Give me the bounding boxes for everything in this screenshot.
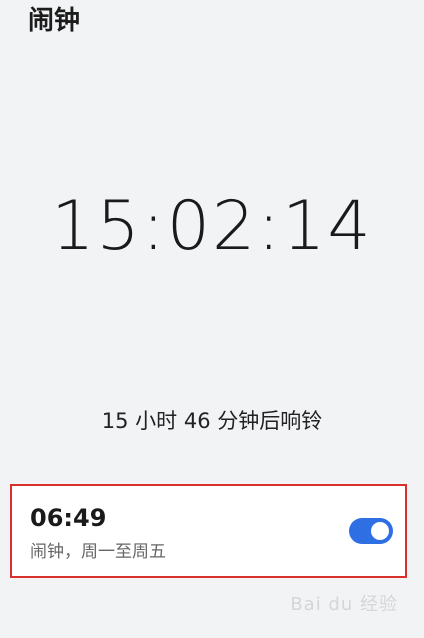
toggle-knob	[371, 522, 389, 540]
current-time-display: 15:02:14	[51, 187, 373, 266]
alarm-toggle-switch[interactable]	[349, 518, 393, 544]
page-title: 闹钟	[28, 6, 81, 36]
alarm-description: 闹钟，周一至周五	[30, 542, 166, 562]
alarm-item[interactable]: 06:49 闹钟，周一至周五	[10, 484, 407, 578]
baidu-watermark: Bai du 经验	[290, 594, 398, 615]
alarm-time: 06:49	[30, 504, 107, 532]
next-alarm-countdown: 15 小时 46 分钟后响铃	[101, 409, 323, 433]
alarm-page: 闹钟 15:02:14 15 小时 46 分钟后响铃 06:49 闹钟，周一至周…	[0, 0, 424, 638]
